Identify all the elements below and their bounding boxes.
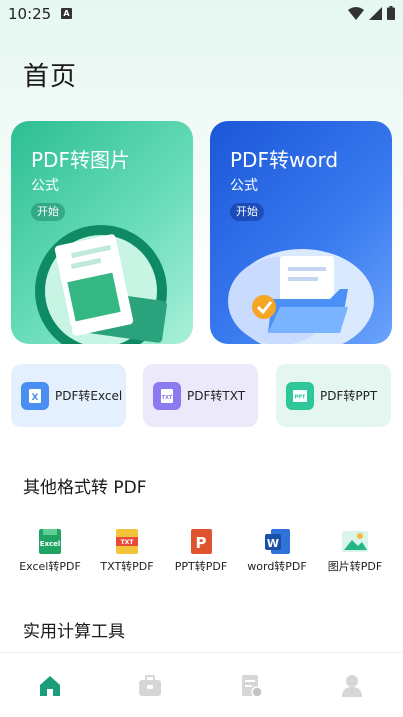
pdf-to-image-card[interactable]: PDF转图片 公式 开始 (11, 121, 193, 344)
svg-text:X: X (32, 393, 39, 403)
nav-documents[interactable] (238, 673, 264, 699)
toolbox-icon (139, 675, 161, 696)
nav-home[interactable] (37, 673, 63, 699)
svg-text:TXT: TXT (121, 539, 135, 546)
ppt-file-icon: P (163, 520, 239, 556)
start-button[interactable]: 开始 (31, 203, 65, 221)
word-file-icon: W (239, 520, 315, 556)
page-title: 首页 (23, 62, 78, 92)
word-to-pdf-item[interactable]: W word转PDF (239, 520, 315, 574)
home-icon (40, 676, 60, 696)
image-file-icon (317, 520, 393, 556)
pdf-to-txt-button[interactable]: TXT PDF转TXT (143, 364, 258, 427)
pdf-to-ppt-button[interactable]: PPT PDF转PPT (276, 364, 391, 427)
card-subtitle: 公式 (31, 178, 59, 194)
svg-text:Excel: Excel (40, 540, 61, 548)
profile-icon (342, 675, 362, 697)
excel-icon: X (21, 381, 49, 410)
tool-label: PDF转Excel (55, 389, 123, 403)
document-history-icon (242, 675, 263, 698)
status-bar: 10:25 A (0, 0, 403, 28)
svg-text:P: P (196, 534, 207, 552)
format-label: Excel转PDF (19, 560, 81, 573)
ppt-to-pdf-item[interactable]: P PPT转PDF (163, 520, 239, 574)
format-label: TXT转PDF (100, 560, 154, 573)
status-icons (348, 6, 395, 20)
excel-to-pdf-item[interactable]: Excel Excel转PDF (12, 520, 88, 574)
txt-file-icon: TXT (89, 520, 165, 556)
format-label: 图片转PDF (327, 560, 383, 573)
bottom-nav (0, 652, 403, 717)
svg-text:W: W (267, 537, 279, 550)
start-button[interactable]: 开始 (230, 203, 264, 221)
excel-file-icon: Excel (12, 520, 88, 556)
signal-icon (369, 6, 382, 20)
tool-label: PDF转TXT (187, 389, 246, 403)
txt-to-pdf-item[interactable]: TXT TXT转PDF (89, 520, 165, 574)
card-subtitle: 公式 (230, 178, 258, 194)
svg-text:TXT: TXT (162, 395, 173, 401)
battery-icon (387, 6, 395, 20)
txt-icon: TXT (153, 381, 181, 410)
svg-text:PPT: PPT (295, 394, 306, 400)
utilities-heading: 实用计算工具 (23, 622, 125, 642)
card-title: PDF转图片 (31, 148, 130, 172)
ppt-icon: PPT (286, 381, 314, 410)
tool-label: PDF转PPT (320, 389, 378, 403)
notification-badge-icon: A (61, 8, 72, 19)
wifi-icon (348, 6, 364, 20)
status-time: 10:25 (8, 5, 52, 23)
other-formats-heading: 其他格式转 PDF (23, 478, 147, 498)
image-to-pdf-item[interactable]: 图片转PDF (317, 520, 393, 574)
format-label: PPT转PDF (174, 560, 228, 573)
card-title: PDF转word (230, 148, 339, 172)
pdf-to-word-card[interactable]: PDF转word 公式 开始 (210, 121, 392, 344)
format-label: word转PDF (247, 560, 307, 573)
nav-profile[interactable] (339, 673, 365, 699)
nav-tools[interactable] (137, 673, 163, 699)
pdf-to-excel-button[interactable]: X PDF转Excel (11, 364, 126, 427)
